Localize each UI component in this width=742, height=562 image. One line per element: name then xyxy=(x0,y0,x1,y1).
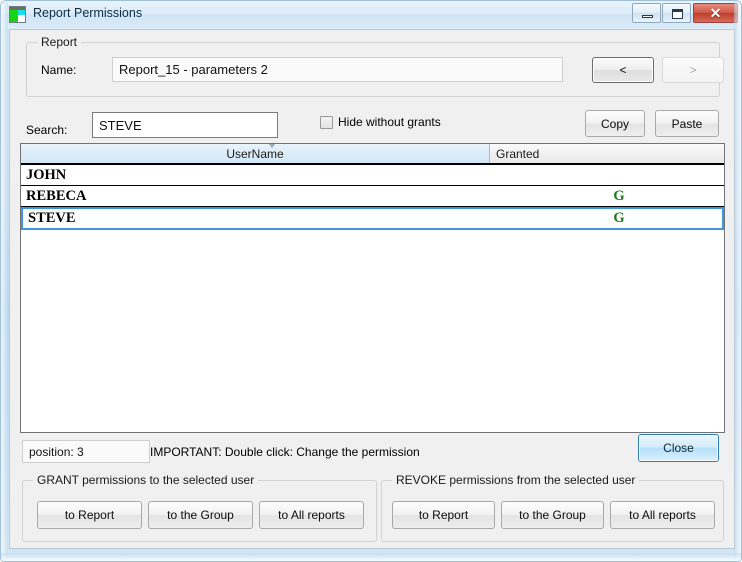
grant-to-report-button[interactable]: to Report xyxy=(37,501,142,529)
maximize-button[interactable] xyxy=(662,3,691,23)
revoke-to-all-reports-button[interactable]: to All reports xyxy=(610,501,715,529)
window-edge-right xyxy=(734,1,741,561)
window-edge-left xyxy=(1,1,8,561)
window-title: Report Permissions xyxy=(33,6,143,20)
search-label: Search: xyxy=(26,123,68,137)
report-name-label: Name: xyxy=(41,63,77,77)
search-input[interactable]: STEVE xyxy=(92,112,278,138)
revoke-groupbox: REVOKE permissions from the selected use… xyxy=(381,473,724,542)
revoke-groupbox-legend: REVOKE permissions from the selected use… xyxy=(392,473,640,487)
window-controls: ✕ xyxy=(631,3,738,24)
report-groupbox-legend: Report xyxy=(37,35,82,49)
report-permissions-icon xyxy=(9,6,26,23)
window-edge-bottom xyxy=(1,553,741,561)
cell-granted: G xyxy=(613,210,625,226)
grant-groupbox: GRANT permissions to the selected user t… xyxy=(22,473,377,542)
close-button[interactable]: Close xyxy=(638,434,719,462)
copy-button[interactable]: Copy xyxy=(585,110,645,137)
grant-to-group-button[interactable]: to the Group xyxy=(148,501,253,529)
table-row[interactable]: JOHN xyxy=(21,165,724,186)
next-report-button[interactable]: > xyxy=(662,57,724,83)
hide-without-grants-label: Hide without grants xyxy=(338,115,441,129)
cell-username: STEVE xyxy=(28,210,76,226)
minimize-icon xyxy=(642,15,653,18)
permissions-grid[interactable]: UserName Granted JOHN REBECA G STEVE G xyxy=(20,143,725,433)
checkbox-box-icon[interactable] xyxy=(320,115,333,129)
grant-to-all-reports-button[interactable]: to All reports xyxy=(259,501,364,529)
previous-report-button[interactable]: < xyxy=(592,57,654,83)
minimize-button[interactable] xyxy=(632,3,661,23)
cell-username: JOHN xyxy=(26,166,67,183)
dialog-client-area: Report Name: Report_15 - parameters 2 < … xyxy=(9,29,735,549)
column-header-username-label: UserName xyxy=(226,146,284,161)
title-bar[interactable]: Report Permissions ✕ xyxy=(1,1,741,29)
column-header-granted[interactable]: Granted xyxy=(490,144,724,163)
close-icon: ✕ xyxy=(709,4,722,21)
column-header-granted-label: Granted xyxy=(496,146,540,161)
grid-header-row: UserName Granted xyxy=(21,144,724,163)
revoke-to-group-button[interactable]: to the Group xyxy=(501,501,604,529)
report-permissions-window: Report Permissions ✕ Report Name: Report… xyxy=(0,0,742,562)
column-header-username[interactable]: UserName xyxy=(21,144,490,163)
report-name-field[interactable]: Report_15 - parameters 2 xyxy=(112,57,563,82)
table-row-selected[interactable]: STEVE G xyxy=(21,207,724,230)
report-groupbox: Report Name: Report_15 - parameters 2 < … xyxy=(26,35,724,97)
revoke-to-report-button[interactable]: to Report xyxy=(392,501,495,529)
position-field: position: 3 xyxy=(22,440,150,463)
paste-button[interactable]: Paste xyxy=(655,110,719,137)
table-row[interactable]: REBECA G xyxy=(21,186,724,207)
grid-empty-area[interactable] xyxy=(21,230,724,432)
maximize-icon xyxy=(672,9,683,19)
grant-groupbox-legend: GRANT permissions to the selected user xyxy=(33,473,259,487)
hide-without-grants-checkbox[interactable]: Hide without grants xyxy=(320,115,441,129)
cell-username: REBECA xyxy=(26,187,87,204)
sort-ascending-icon xyxy=(268,144,276,148)
close-window-button[interactable]: ✕ xyxy=(693,3,738,23)
important-hint-label: IMPORTANT: Double click: Change the perm… xyxy=(150,445,420,459)
cell-granted: G xyxy=(613,187,625,204)
